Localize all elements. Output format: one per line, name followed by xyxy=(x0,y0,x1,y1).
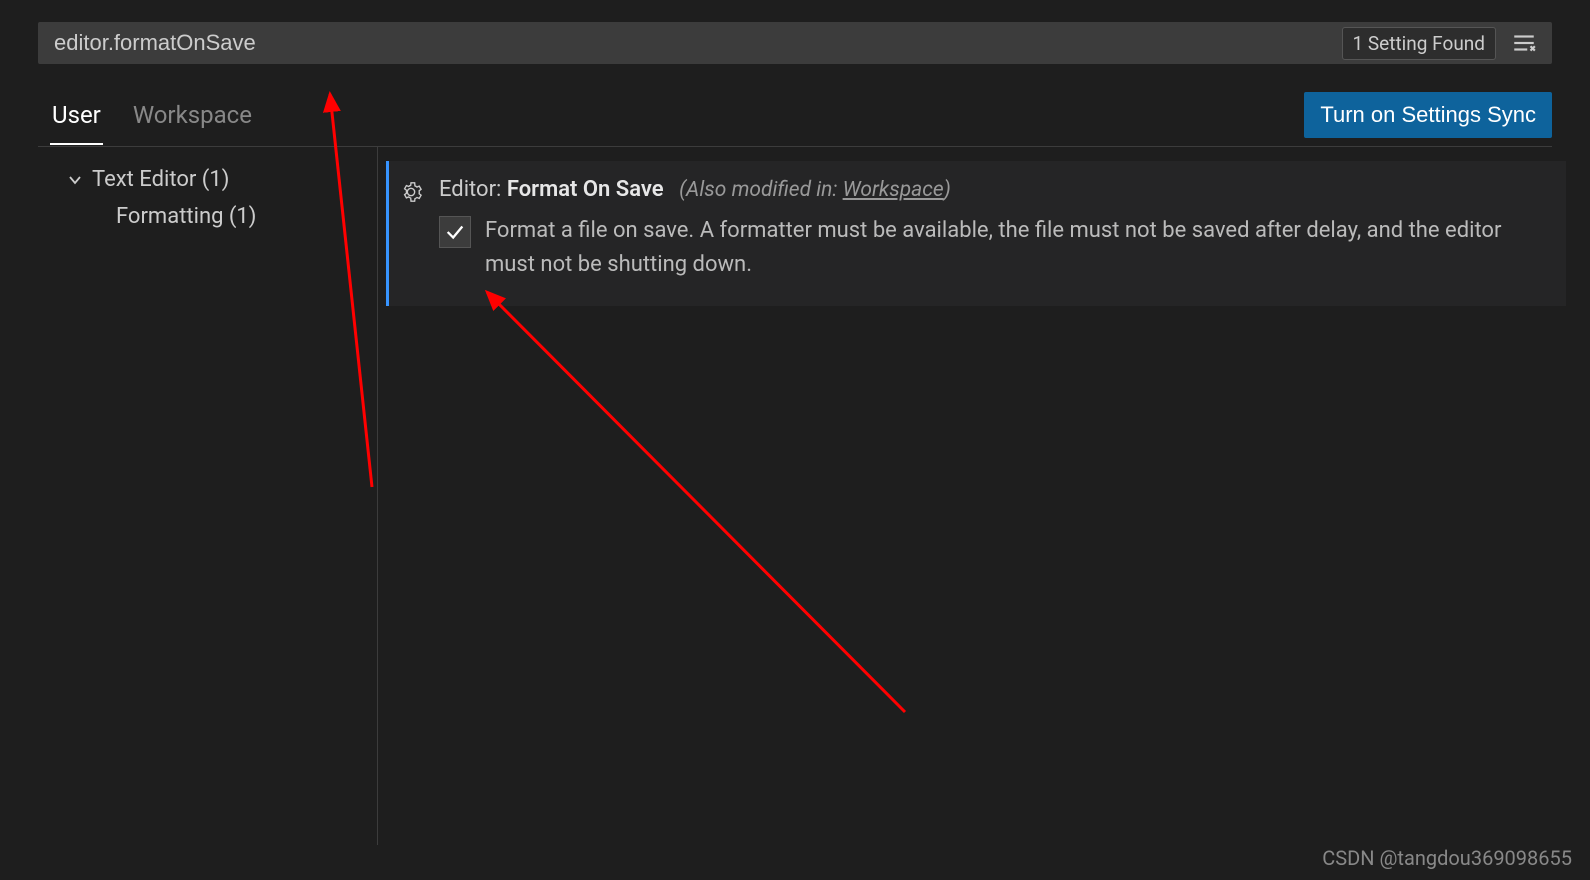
chevron-down-icon xyxy=(66,171,84,189)
tab-user[interactable]: User xyxy=(50,95,103,145)
setting-modified-note: (Also modified in: Workspace) xyxy=(679,178,951,202)
setting-body: Editor: Format On Save (Also modified in… xyxy=(433,177,1546,282)
settings-sidebar: Text Editor (1) Formatting (1) xyxy=(38,147,378,845)
search-input[interactable] xyxy=(38,22,1342,64)
tab-workspace[interactable]: Workspace xyxy=(131,95,254,144)
sidebar-item-formatting[interactable]: Formatting (1) xyxy=(38,198,377,235)
setting-category: Editor: xyxy=(439,177,501,202)
search-status: 1 Setting Found xyxy=(1342,27,1553,60)
sidebar-item-label: Formatting (1) xyxy=(116,204,256,229)
setting-format-on-save: Editor: Format On Save (Also modified in… xyxy=(386,161,1566,306)
settings-search-bar: 1 Setting Found xyxy=(38,22,1552,64)
settings-main-panel: Editor: Format On Save (Also modified in… xyxy=(378,147,1590,845)
tabs-row: User Workspace Turn on Settings Sync xyxy=(38,92,1552,147)
modified-suffix: ) xyxy=(944,178,951,202)
setting-control: Format a file on save. A formatter must … xyxy=(439,214,1546,282)
setting-title: Editor: Format On Save (Also modified in… xyxy=(439,177,1546,202)
setting-name: Format On Save xyxy=(507,177,664,202)
settings-sync-button[interactable]: Turn on Settings Sync xyxy=(1304,92,1552,138)
modified-workspace-link[interactable]: Workspace xyxy=(843,178,944,202)
setting-description: Format a file on save. A formatter must … xyxy=(485,214,1546,282)
gear-icon[interactable] xyxy=(400,181,422,207)
modified-prefix: (Also modified in: xyxy=(679,178,843,202)
filter-icon[interactable] xyxy=(1510,29,1538,57)
watermark: CSDN @tangdou369098655 xyxy=(1322,846,1572,870)
settings-found-badge: 1 Setting Found xyxy=(1342,27,1497,60)
sidebar-item-text-editor[interactable]: Text Editor (1) xyxy=(38,161,377,198)
scope-tabs: User Workspace xyxy=(38,95,254,144)
sidebar-item-label: Text Editor (1) xyxy=(92,167,229,192)
format-on-save-checkbox[interactable] xyxy=(439,216,471,248)
content-area: Text Editor (1) Formatting (1) Editor: F… xyxy=(38,147,1590,845)
